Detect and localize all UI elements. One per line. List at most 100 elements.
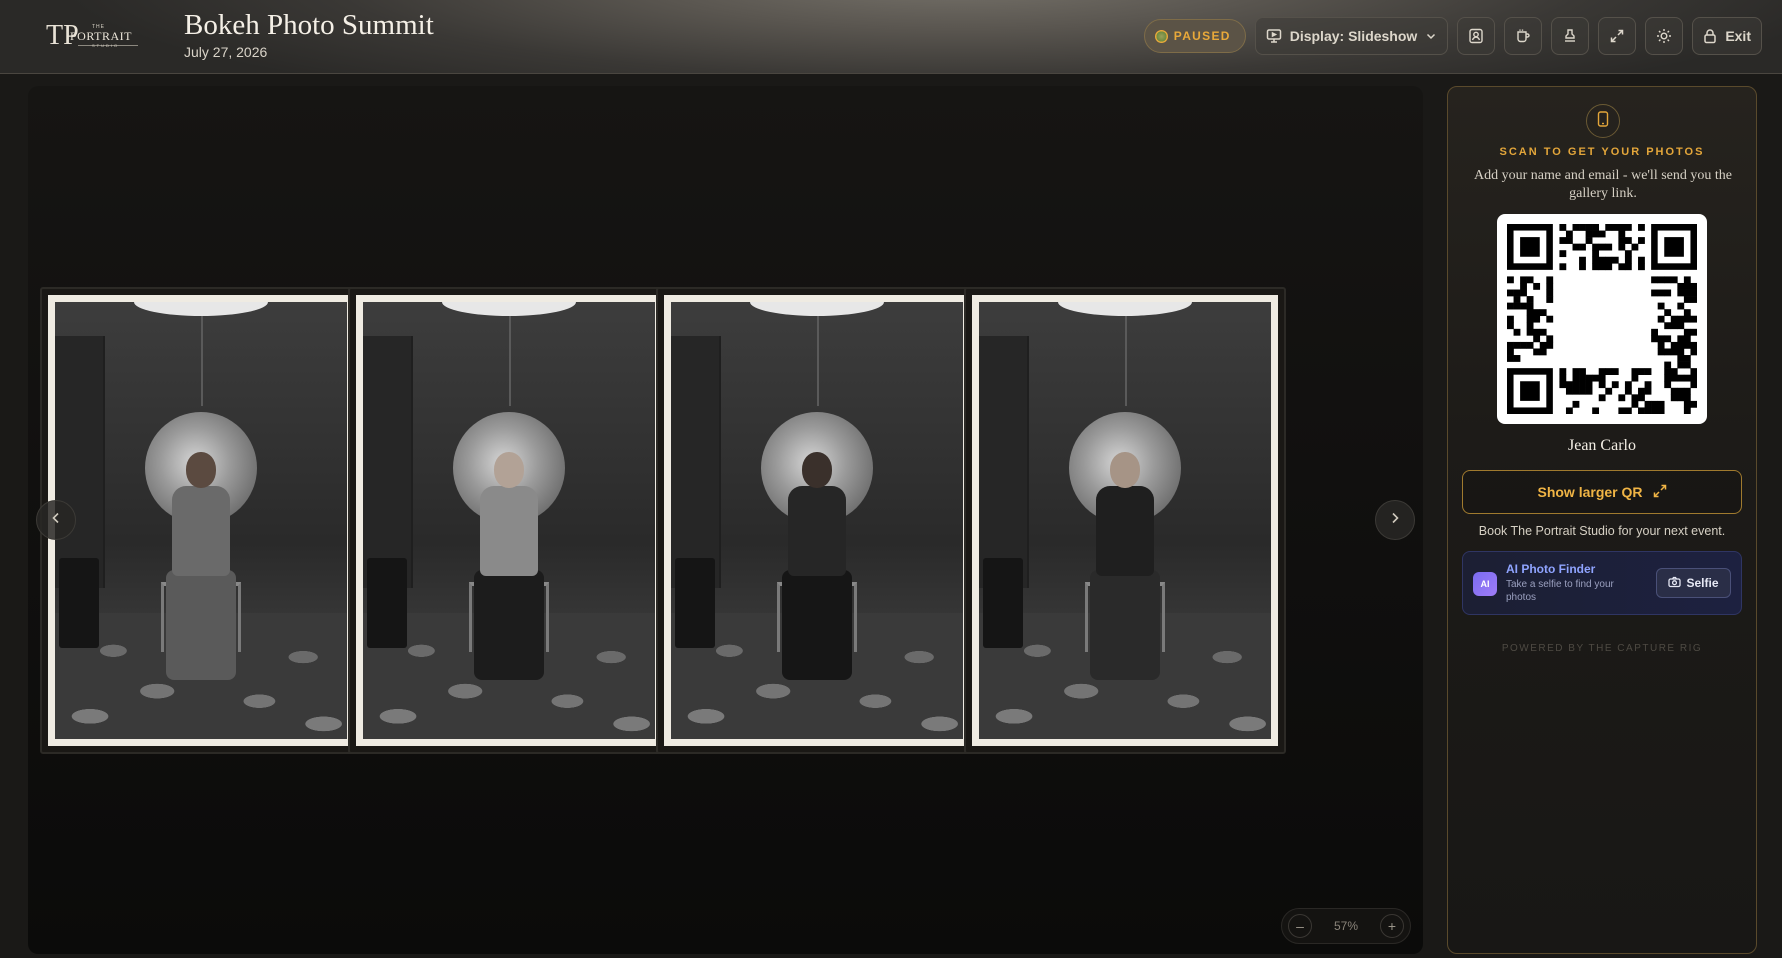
photo-image xyxy=(55,302,347,739)
display-mode-label: Display: Slideshow xyxy=(1289,28,1418,44)
photo-subject xyxy=(469,452,549,680)
stamp-button[interactable] xyxy=(1551,17,1590,55)
photo-softbox xyxy=(442,302,576,316)
status-dot-icon xyxy=(1154,29,1168,43)
photo-light-pole xyxy=(817,316,819,406)
subject-torso xyxy=(480,486,538,576)
ai-finder-title: AI Photo Finder xyxy=(1506,562,1596,576)
photo-subject xyxy=(1085,452,1165,680)
toolbar: PAUSED Display: Slideshow Exit xyxy=(1143,17,1762,55)
display-mode-dropdown[interactable]: Display: Slideshow xyxy=(1254,17,1449,55)
subject-legs xyxy=(1090,570,1160,680)
next-slide-button[interactable] xyxy=(1375,500,1415,540)
logo-word: PORTRAIT xyxy=(70,29,132,43)
exit-label: Exit xyxy=(1725,28,1751,44)
chevron-left-icon xyxy=(49,511,63,530)
photo-softbox xyxy=(1058,302,1192,316)
camera-icon xyxy=(1668,576,1682,591)
photo-light-pole xyxy=(509,316,511,406)
photo-frame[interactable] xyxy=(40,287,362,754)
photo-image xyxy=(363,302,655,739)
photo-frame[interactable] xyxy=(348,287,670,754)
qr-sidebar: SCAN TO GET YOUR PHOTOS Add your name an… xyxy=(1447,86,1757,954)
zoom-in-button[interactable]: + xyxy=(1380,914,1404,938)
photo-door xyxy=(55,336,105,588)
subject-torso xyxy=(1096,486,1154,576)
qr-code-graphic xyxy=(1507,224,1697,414)
photo-light-pole xyxy=(1125,316,1127,406)
subject-torso xyxy=(788,486,846,576)
top-bar: TP THE PORTRAIT STUDIO Bokeh Photo Summi… xyxy=(0,0,1782,74)
chevron-right-icon xyxy=(1388,511,1402,530)
photo-case xyxy=(59,558,99,648)
powered-by-footer: POWERED BY THE CAPTURE RIG xyxy=(1501,643,1703,654)
photo-subject xyxy=(161,452,241,680)
previous-slide-button[interactable] xyxy=(36,500,76,540)
subject-torso xyxy=(172,486,230,576)
exit-button[interactable]: Exit xyxy=(1692,17,1762,55)
selfie-button[interactable]: Selfie xyxy=(1656,568,1731,598)
slideshow-stage: – 57% + xyxy=(28,86,1423,954)
brand-logo: TP THE PORTRAIT STUDIO xyxy=(44,22,138,50)
photo-mat xyxy=(972,295,1278,746)
event-header: Bokeh Photo Summit July 27, 2026 xyxy=(184,8,434,60)
scan-description: Add your name and email - we'll send you… xyxy=(1474,168,1732,201)
photo-softbox xyxy=(750,302,884,316)
sun-icon xyxy=(1656,28,1672,44)
zoom-level: 57% xyxy=(1333,919,1359,933)
zoom-control: – 57% + xyxy=(1281,908,1411,944)
photo-door xyxy=(671,336,721,588)
photo-subject xyxy=(777,452,857,680)
show-larger-qr-button[interactable]: Show larger QR xyxy=(1462,470,1742,514)
logo-studio: STUDIO xyxy=(92,43,120,48)
photo-mat xyxy=(48,295,354,746)
status-badge[interactable]: PAUSED xyxy=(1143,19,1246,53)
subject-legs xyxy=(474,570,544,680)
ai-badge-icon: AI xyxy=(1473,572,1497,596)
phone-icon xyxy=(1597,110,1609,132)
stamp-icon xyxy=(1562,28,1578,44)
photo-door xyxy=(979,336,1029,588)
expand-icon xyxy=(1609,28,1625,44)
subject-legs xyxy=(166,570,236,680)
photo-mat xyxy=(356,295,662,746)
subject-head xyxy=(186,452,216,488)
photo-frame[interactable] xyxy=(964,287,1286,754)
photo-image xyxy=(671,302,963,739)
photo-light-pole xyxy=(201,316,203,406)
status-label: PAUSED xyxy=(1173,29,1231,43)
photo-door xyxy=(363,336,413,588)
lock-icon xyxy=(1703,28,1717,44)
subject-head xyxy=(494,452,524,488)
photo-case xyxy=(983,558,1023,648)
subject-legs xyxy=(782,570,852,680)
drink-icon xyxy=(1515,28,1531,44)
phone-badge xyxy=(1586,104,1620,138)
photo-mat xyxy=(664,295,970,746)
photo-softbox xyxy=(134,302,268,316)
qr-code[interactable] xyxy=(1497,214,1707,424)
show-larger-qr-label: Show larger QR xyxy=(1537,484,1643,500)
photo-image xyxy=(979,302,1271,739)
monitor-icon xyxy=(1266,28,1282,44)
subject-head xyxy=(1110,452,1140,488)
photographer-name: Jean Carlo xyxy=(1568,437,1636,454)
expand-arrows-icon xyxy=(1653,484,1667,501)
photo-frame[interactable] xyxy=(656,287,978,754)
selfie-label: Selfie xyxy=(1686,576,1719,590)
subject-head xyxy=(802,452,832,488)
portrait-button[interactable] xyxy=(1457,17,1496,55)
brightness-button[interactable] xyxy=(1645,17,1684,55)
ai-photo-finder-card: AI AI Photo Finder Take a selfie to find… xyxy=(1462,551,1742,615)
photo-case xyxy=(367,558,407,648)
ai-finder-subtitle: Take a selfie to find your photos xyxy=(1506,579,1614,603)
portrait-icon xyxy=(1468,28,1484,44)
chevron-down-icon xyxy=(1425,30,1437,42)
photo-case xyxy=(675,558,715,648)
event-date: July 27, 2026 xyxy=(184,44,268,60)
drink-button[interactable] xyxy=(1504,17,1543,55)
event-title: Bokeh Photo Summit xyxy=(184,9,434,41)
fullscreen-button[interactable] xyxy=(1598,17,1637,55)
book-studio-text: Book The Portrait Studio for your next e… xyxy=(1478,524,1726,538)
zoom-out-button[interactable]: – xyxy=(1288,914,1312,938)
